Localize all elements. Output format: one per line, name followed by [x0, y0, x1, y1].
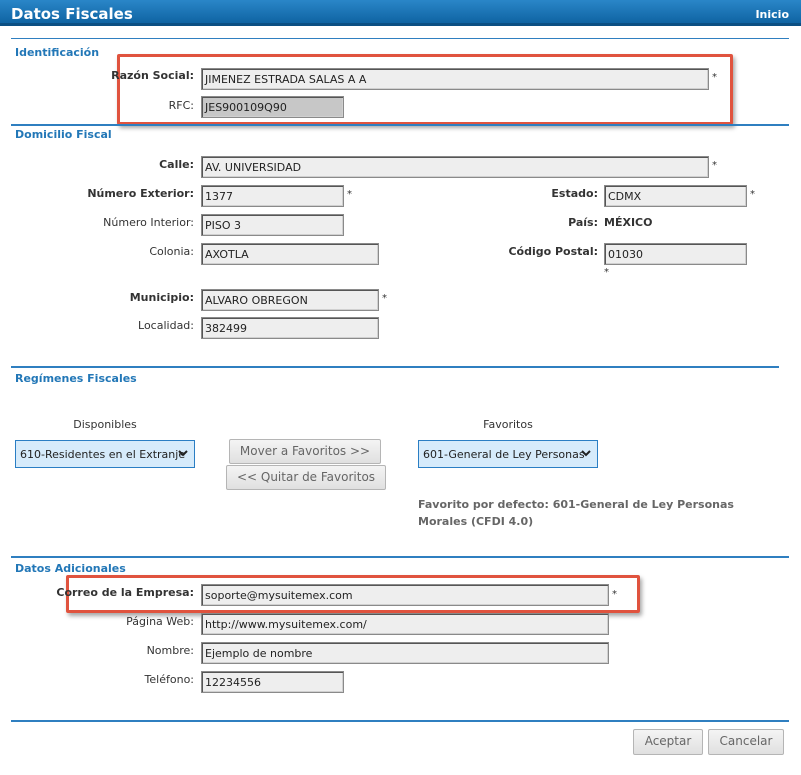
favoritos-select[interactable]: 601-General de Ley Personas — [418, 440, 598, 468]
disponibles-select[interactable]: 610-Residentes en el Extranje — [15, 440, 195, 468]
section-rule-adicionales — [11, 556, 789, 558]
telefono-input[interactable]: 12234556 — [201, 671, 344, 693]
page-title: Datos Fiscales — [11, 5, 133, 23]
municipio-input[interactable]: ALVARO OBREGON — [201, 289, 379, 311]
razon-social-input[interactable]: JIMENEZ ESTRADA SALAS A A — [201, 68, 709, 90]
pais-label: País: — [568, 216, 598, 229]
aceptar-button[interactable]: Aceptar — [633, 729, 703, 755]
section-rule-regimenes — [11, 366, 779, 368]
nombre-label: Nombre: — [146, 644, 194, 657]
favorito-por-defecto-text: Favorito por defecto: 601-General de Ley… — [418, 498, 734, 528]
chevron-down-icon — [581, 450, 591, 457]
municipio-label: Municipio: — [129, 291, 194, 304]
section-title-adicionales: Datos Adicionales — [15, 562, 126, 575]
header-bar: Datos Fiscales Inicio — [0, 0, 801, 26]
chevron-down-icon — [178, 450, 188, 457]
estado-input[interactable]: CDMX — [604, 185, 747, 207]
required-mark: * — [347, 189, 352, 200]
numero-interior-input[interactable]: PISO 3 — [201, 214, 344, 236]
localidad-label: Localidad: — [138, 319, 194, 332]
section-title-identificacion: Identificación — [15, 46, 100, 59]
disponibles-selected-value: 610-Residentes en el Extranje — [20, 448, 186, 461]
required-mark: * — [612, 589, 617, 600]
codigo-postal-input[interactable]: 01030 — [604, 243, 747, 265]
disponibles-label: Disponibles — [73, 418, 137, 431]
correo-label: Correo de la Empresa: — [56, 586, 194, 599]
pais-value: MÉXICO — [604, 216, 653, 229]
required-mark: * — [712, 72, 717, 83]
calle-label: Calle: — [159, 158, 194, 171]
section-title-domicilio: Domicilio Fiscal — [15, 128, 112, 141]
rfc-input: JES900109Q90 — [201, 96, 344, 118]
cancelar-button[interactable]: Cancelar — [708, 729, 784, 755]
colonia-label: Colonia: — [149, 245, 194, 258]
colonia-input[interactable]: AXOTLA — [201, 243, 379, 265]
section-title-regimenes: Regímenes Fiscales — [15, 372, 137, 385]
favoritos-label: Favoritos — [483, 418, 533, 431]
section-rule-identificacion — [11, 38, 789, 39]
nombre-input[interactable]: Ejemplo de nombre — [201, 642, 609, 664]
required-mark: * — [712, 160, 717, 171]
pagina-web-input[interactable]: http://www.mysuitemex.com/ — [201, 613, 609, 635]
numero-exterior-label: Número Exterior: — [87, 187, 194, 200]
telefono-label: Teléfono: — [144, 673, 194, 686]
section-rule-domicilio — [11, 124, 789, 126]
codigo-postal-label: Código Postal: — [508, 245, 598, 258]
mover-a-favoritos-button[interactable]: Mover a Favoritos >> — [229, 439, 381, 464]
home-link[interactable]: Inicio — [755, 8, 789, 21]
razon-social-label: Razón Social: — [111, 69, 194, 82]
rfc-label: RFC: — [168, 99, 194, 112]
required-mark: * — [382, 293, 387, 304]
localidad-input[interactable]: 382499 — [201, 317, 379, 339]
estado-label: Estado: — [551, 187, 598, 200]
footer-rule — [11, 720, 789, 722]
pagina-web-label: Página Web: — [126, 615, 194, 628]
quitar-de-favoritos-button[interactable]: << Quitar de Favoritos — [226, 465, 386, 490]
calle-input[interactable]: AV. UNIVERSIDAD — [201, 156, 709, 178]
numero-exterior-input[interactable]: 1377 — [201, 185, 344, 207]
required-mark: * — [750, 189, 755, 200]
correo-input[interactable]: soporte@mysuitemex.com — [201, 584, 609, 606]
numero-interior-label: Número Interior: — [103, 216, 194, 229]
required-mark: * — [604, 267, 609, 278]
favoritos-selected-value: 601-General de Ley Personas — [423, 448, 585, 461]
